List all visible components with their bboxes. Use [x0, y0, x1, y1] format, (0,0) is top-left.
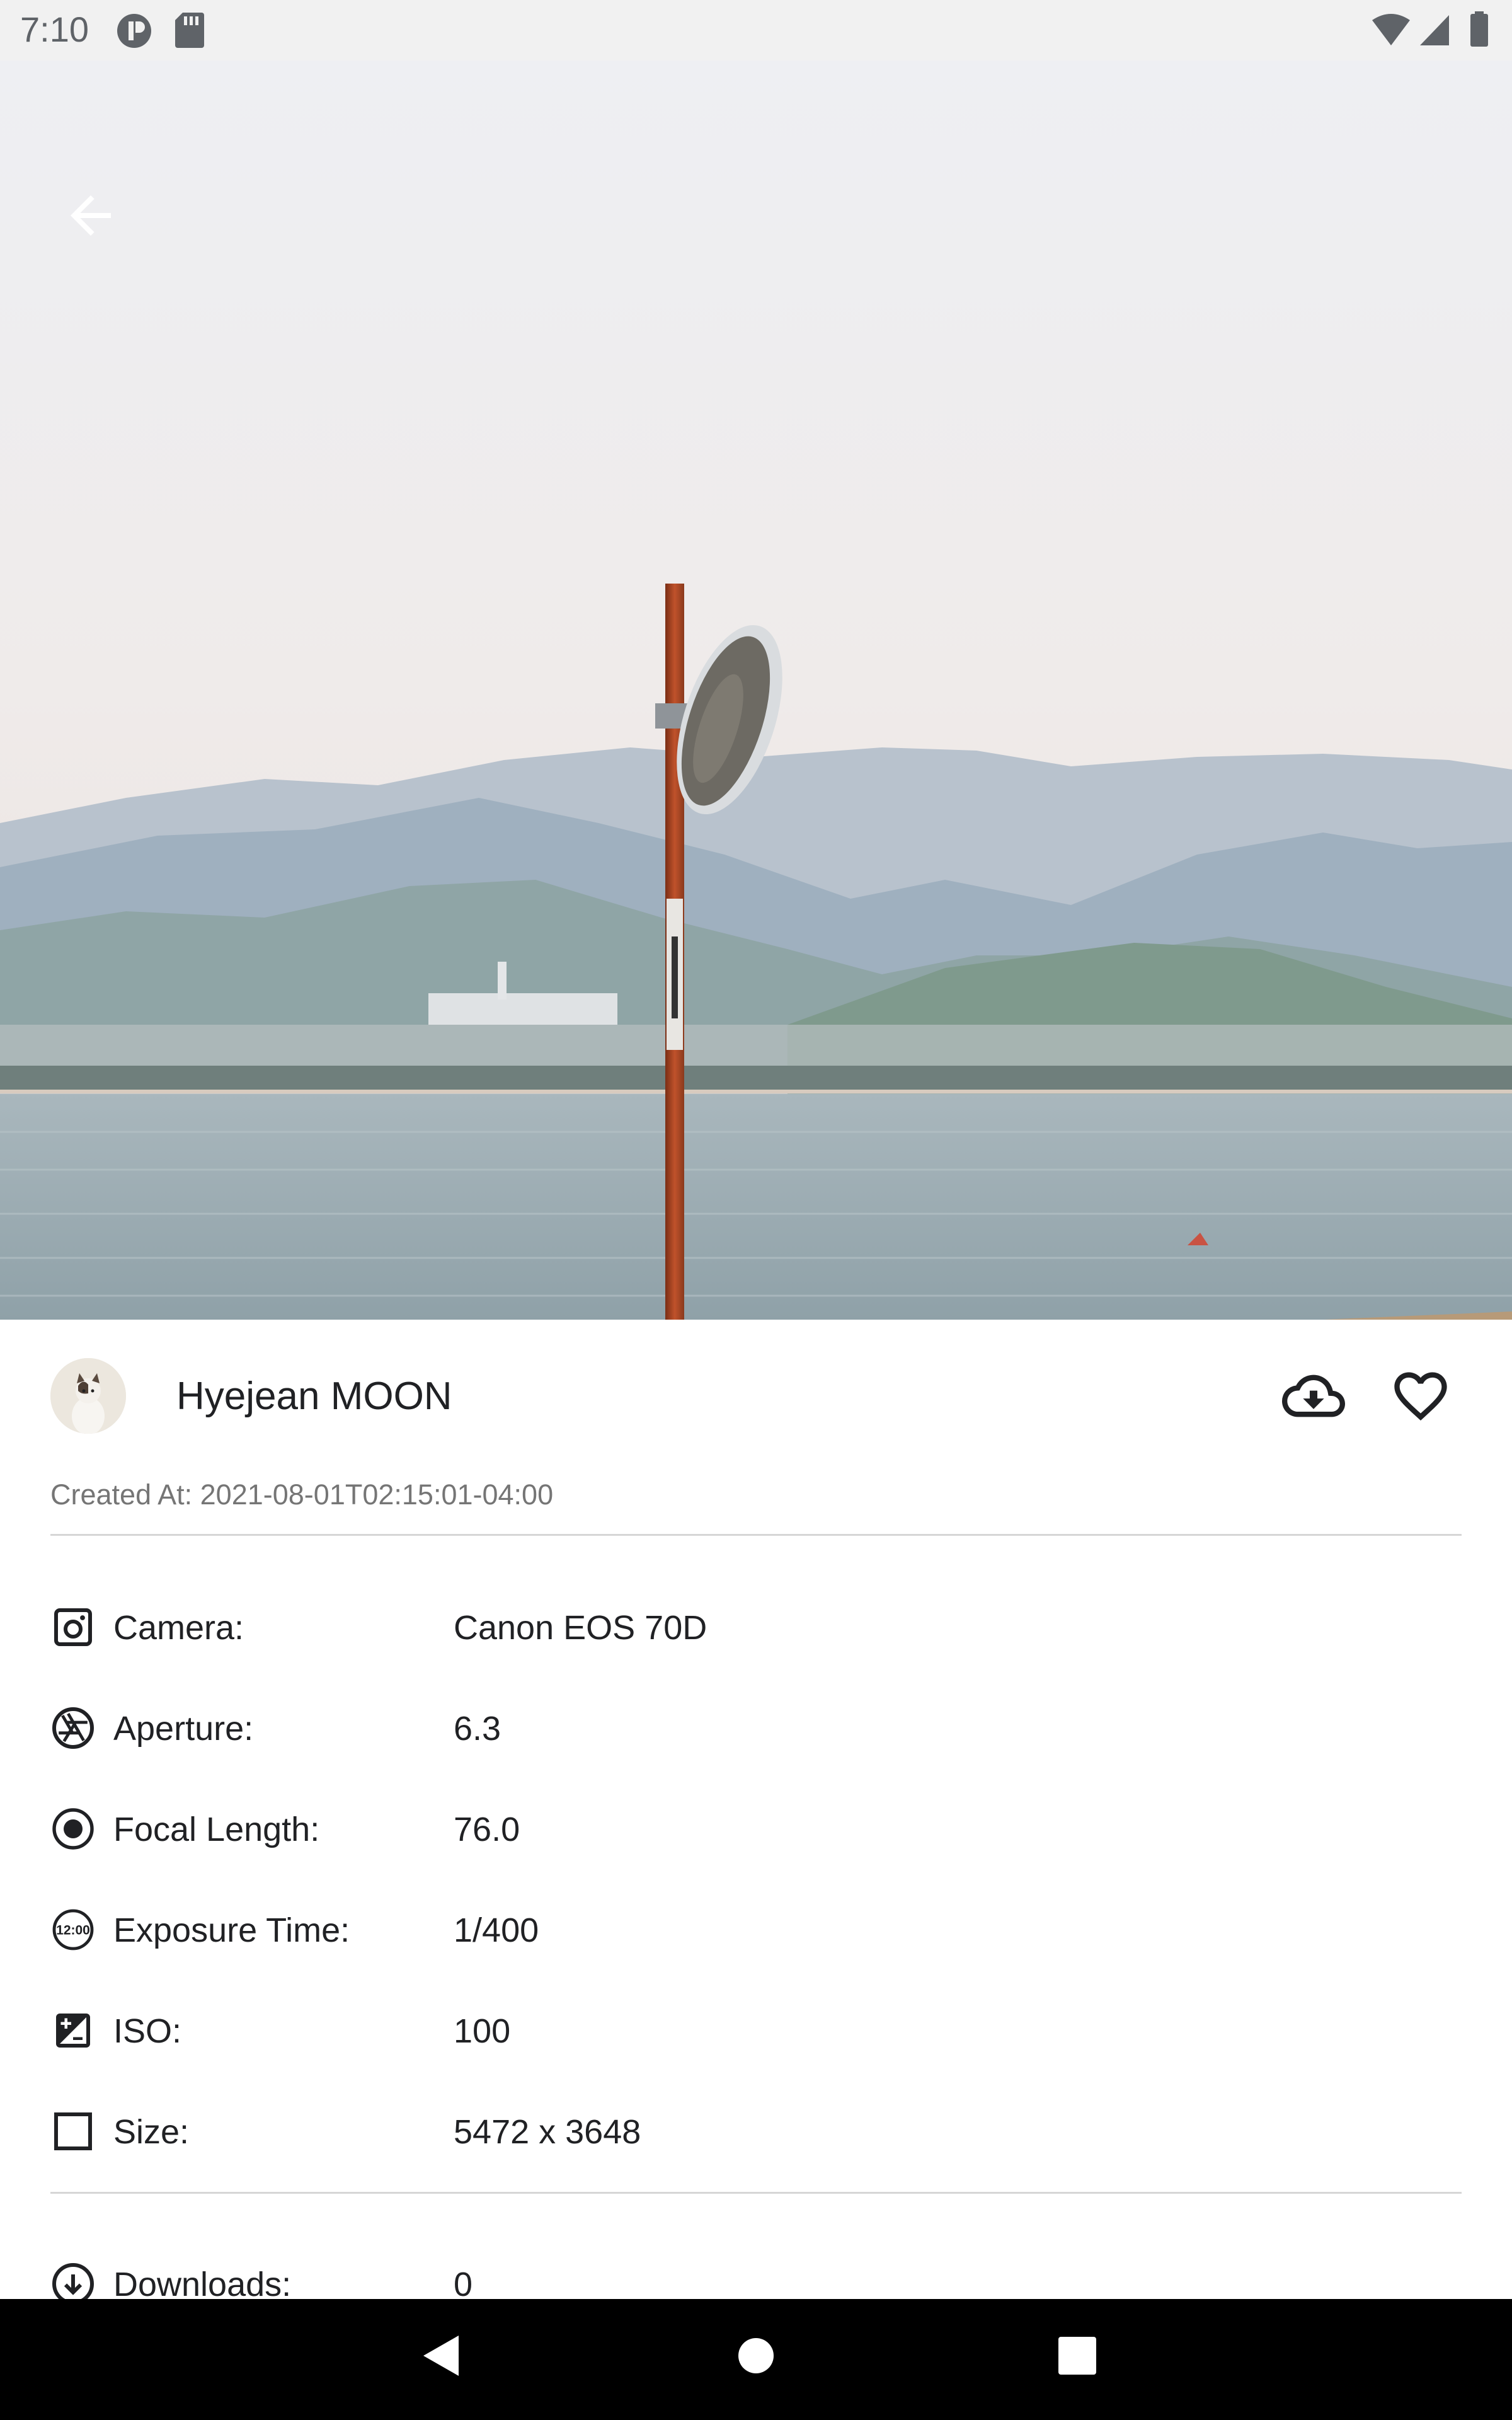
wifi-icon [1372, 14, 1410, 45]
aperture-icon [52, 1707, 94, 1749]
created-at: Created At: 2021-08-01T02:15:01-04:00 [50, 1478, 553, 1511]
nav-home-button[interactable] [724, 2324, 788, 2387]
info-value: 1/400 [454, 1911, 539, 1949]
info-value: 5472 x 3648 [454, 2113, 641, 2151]
nav-recent-icon [1058, 2337, 1096, 2375]
info-value: 6.3 [454, 1710, 501, 1748]
arrow-back-icon [71, 195, 111, 236]
camera-icon [54, 1608, 92, 1646]
svg-text:12:00: 12:00 [56, 1923, 90, 1938]
info-label: Size: [113, 2113, 190, 2151]
heart-outline-icon [1394, 1372, 1447, 1420]
info-value: Canon EOS 70D [454, 1609, 707, 1647]
cloud-download-icon [1282, 1374, 1345, 1417]
nav-recent-button[interactable] [1046, 2324, 1109, 2387]
info-label: Exposure Time: [113, 1911, 350, 1949]
battery-icon [1470, 14, 1488, 47]
avatar-image [50, 1358, 126, 1434]
info-value: 76.0 [454, 1811, 520, 1848]
author-name[interactable]: Hyejean MOON [176, 1374, 452, 1419]
stats-label: Downloads: [113, 2266, 292, 2303]
signal-icon [1420, 15, 1449, 45]
info-row-size: Size: 5472 x 3648 [50, 2099, 1462, 2162]
app-notification-icon [117, 14, 151, 48]
info-row-focal-length: Focal Length: 76.0 [50, 1796, 1462, 1859]
status-bar: 7:10 [0, 0, 1512, 60]
info-row-exposure-time: 12:00 Exposure Time: 1/400 [50, 1897, 1462, 1960]
divider [50, 2192, 1462, 2194]
info-label: Camera: [113, 1609, 244, 1647]
stats-value: 0 [454, 2266, 473, 2303]
favorite-button[interactable] [1389, 1364, 1452, 1427]
info-label: Aperture: [113, 1710, 254, 1748]
divider [50, 1534, 1462, 1536]
info-value: 100 [454, 2012, 511, 2050]
back-button[interactable] [55, 180, 126, 251]
nav-back-icon [423, 2336, 459, 2376]
created-at-value: 2021-08-01T02:15:01-04:00 [200, 1478, 554, 1511]
size-icon [54, 2112, 92, 2150]
download-button[interactable] [1279, 1364, 1348, 1427]
photo-image [0, 60, 1512, 1320]
status-time: 7:10 [20, 9, 89, 49]
focal-length-icon [52, 1808, 94, 1850]
info-row-iso: ISO: 100 [50, 1998, 1462, 2061]
info-row-aperture: Aperture: 6.3 [50, 1695, 1462, 1758]
nav-back-button[interactable] [410, 2324, 472, 2387]
info-row-camera: Camera: Canon EOS 70D [50, 1594, 1462, 1657]
created-at-label: Created At: [50, 1478, 193, 1511]
exposure-time-icon: 12:00 [52, 1909, 94, 1950]
author-avatar[interactable] [50, 1358, 126, 1434]
info-label: Focal Length: [113, 1811, 320, 1848]
info-label: ISO: [113, 2012, 182, 2050]
iso-icon [56, 2014, 90, 2048]
sd-card-icon [175, 13, 204, 48]
status-right-icons [1372, 11, 1488, 47]
navigation-bar [0, 2299, 1512, 2420]
photo [0, 60, 1512, 1320]
nav-home-icon [738, 2338, 774, 2373]
